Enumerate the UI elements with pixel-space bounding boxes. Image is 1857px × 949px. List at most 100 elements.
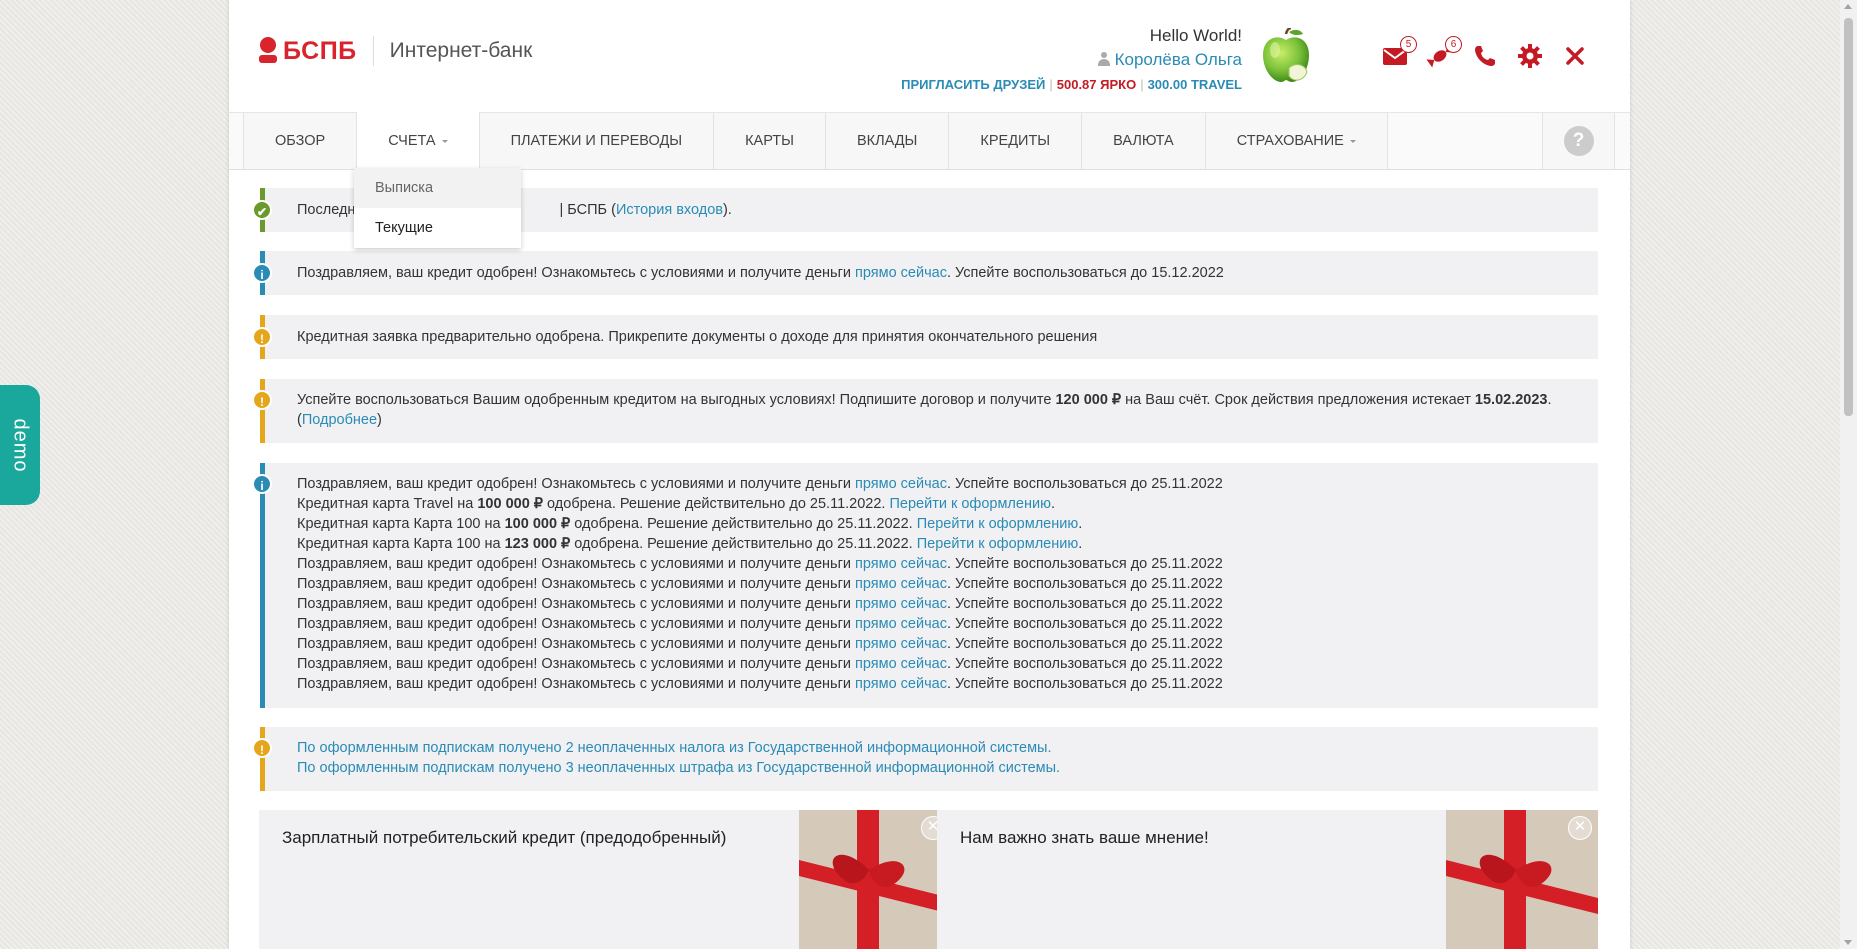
right-now-link[interactable]: прямо сейчас [855, 476, 947, 492]
right-now-link[interactable]: прямо сейчас [855, 265, 947, 281]
right-now-link[interactable]: прямо сейчас [855, 556, 947, 572]
offer-line: Поздравляем, ваш кредит одобрен! Ознаком… [297, 596, 1223, 612]
app-title: Интернет-банк [389, 39, 533, 62]
nav-label: КАРТЫ [745, 133, 794, 149]
messages-badge: 5 [1400, 36, 1417, 53]
nav-deposits[interactable]: ВКЛАДЫ [825, 113, 950, 169]
settings-button[interactable] [1516, 42, 1544, 70]
demo-tab[interactable]: demo [0, 385, 40, 505]
gifts-button[interactable]: 6 [1426, 36, 1462, 70]
scroll-down-arrow-icon[interactable] [1844, 940, 1852, 945]
right-now-link[interactable]: прямо сейчас [855, 636, 947, 652]
help-button[interactable]: ? [1542, 113, 1615, 169]
alert-text: Кредитная заявка предварительно одобрена… [297, 329, 1098, 345]
caret-down-icon [1349, 139, 1356, 143]
apply-link[interactable]: Перейти к оформлению [917, 536, 1078, 552]
nav-credits[interactable]: КРЕДИТЫ [949, 113, 1083, 169]
nav-payments[interactable]: ПЛАТЕЖИ И ПЕРЕВОДЫ [479, 113, 715, 169]
nav-accounts[interactable]: СЧЕТА [357, 112, 480, 170]
credit-approved-alert: i Поздравляем, ваш кредит одобрен! Ознак… [252, 251, 1598, 295]
offer-line: Поздравляем, ваш кредит одобрен! Ознаком… [297, 636, 1223, 652]
travel-balance-link[interactable]: 300.00 TRAVEL [1148, 77, 1242, 92]
offer-line: Кредитная карта Travel на 100 000 ₽ одоб… [297, 496, 1055, 512]
logo-text: БСПБ [283, 36, 357, 65]
offer-line: Поздравляем, ваш кредит одобрен! Ознаком… [297, 556, 1223, 572]
promo-card-salary-credit[interactable]: Зарплатный потребительский кредит (предо… [259, 810, 951, 949]
last-login-end: ). [722, 202, 732, 218]
dropdown-item-current[interactable]: Текущие [354, 208, 521, 248]
nav-cards[interactable]: КАРТЫ [714, 113, 826, 169]
user-block: Hello World! Королёва Ольга ПРИГЛАСИТЬ Д… [901, 26, 1242, 92]
demo-label: demo [9, 417, 32, 473]
separator: | [1140, 77, 1144, 92]
nav-label: КРЕДИТЫ [980, 133, 1051, 149]
offers-alert: i Поздравляем, ваш кредит одобрен! Ознак… [252, 463, 1598, 708]
promo-title: Зарплатный потребительский кредит (предо… [282, 828, 727, 847]
nav-insurance[interactable]: СТРАХОВАНИЕ [1205, 113, 1388, 169]
alert-text: на Ваш счёт. Срок действия предложения и… [1121, 392, 1475, 408]
offer-line: Поздравляем, ваш кредит одобрен! Ознаком… [297, 676, 1223, 692]
user-icon [1097, 52, 1111, 66]
pre-approved-alert: ! Кредитная заявка предварительно одобре… [252, 315, 1598, 359]
last-login-suffix: | БСПБ ( [559, 202, 616, 218]
nav-label: СТРАХОВАНИЕ [1236, 133, 1344, 149]
offer-line: Поздравляем, ваш кредит одобрен! Ознаком… [297, 576, 1223, 592]
logo[interactable]: БСПБ Интернет-банк [259, 36, 532, 66]
user-name: Королёва Ольга [1114, 50, 1242, 69]
main-nav: ОБЗОР СЧЕТА ПЛАТЕЖИ И ПЕРЕВОДЫ КАРТЫ ВКЛ… [229, 112, 1630, 170]
gift-image: ✕ [1446, 810, 1598, 949]
nav-currency[interactable]: ВАЛЮТА [1082, 113, 1206, 169]
promo-card-feedback[interactable]: Нам важно знать ваше мнение! ✕ [937, 810, 1598, 949]
logout-button[interactable] [1561, 42, 1589, 70]
gis-alert: ! По оформленным подпискам получено 2 не… [252, 727, 1598, 791]
gis-fines-link[interactable]: По оформленным подпискам получено 3 неоп… [297, 760, 1060, 776]
apple-avatar-icon[interactable] [1259, 26, 1313, 86]
offer-line: Поздравляем, ваш кредит одобрен! Ознаком… [297, 656, 1223, 672]
info-icon: i [252, 263, 272, 283]
offer-line: Поздравляем, ваш кредит одобрен! Ознаком… [297, 616, 1223, 632]
exclamation-icon: ! [252, 327, 272, 347]
page: БСПБ Интернет-банк Hello World! Королёва… [229, 0, 1630, 949]
offer-line: Кредитная карта Карта 100 на 100 000 ₽ о… [297, 516, 1083, 532]
gifts-badge: 6 [1445, 36, 1462, 53]
right-now-link[interactable]: прямо сейчас [855, 616, 947, 632]
logo-divider [372, 36, 374, 66]
scrollbar-thumb[interactable] [1844, 18, 1853, 416]
right-now-link[interactable]: прямо сейчас [855, 596, 947, 612]
logo-mark-icon [259, 37, 277, 65]
login-history-link[interactable]: История входов [616, 202, 723, 218]
more-details-link[interactable]: Подробнее [302, 412, 377, 428]
apply-link[interactable]: Перейти к оформлению [917, 516, 1078, 532]
gis-taxes-link[interactable]: По оформленным подпискам получено 2 неоп… [297, 740, 1052, 756]
offer-line: Поздравляем, ваш кредит одобрен! Ознаком… [297, 476, 1223, 492]
promo-title: Нам важно знать ваше мнение! [960, 828, 1209, 847]
help-icon: ? [1563, 126, 1594, 156]
vertical-scrollbar[interactable] [1840, 0, 1857, 949]
gear-icon [1518, 44, 1542, 68]
alert-text: . [1547, 392, 1552, 408]
check-icon: ✔ [252, 200, 272, 220]
messages-button[interactable]: 5 [1381, 36, 1417, 70]
alert-text: Успейте воспользоваться Вашим одобренным… [297, 392, 1056, 408]
apply-link[interactable]: Перейти к оформлению [889, 496, 1050, 512]
accounts-dropdown: Выписка Текущие [354, 168, 521, 248]
header-icons: 5 6 [1381, 36, 1606, 70]
close-icon[interactable]: ✕ [1568, 816, 1592, 840]
dropdown-item-statement[interactable]: Выписка [354, 168, 521, 208]
right-now-link[interactable]: прямо сейчас [855, 576, 947, 592]
right-now-link[interactable]: прямо сейчас [855, 676, 947, 692]
exclamation-icon: ! [252, 738, 272, 758]
greeting: Hello World! [1149, 26, 1242, 45]
credit-amount: 120 000 ₽ [1055, 392, 1122, 408]
nav-overview[interactable]: ОБЗОР [243, 113, 358, 169]
user-name-link[interactable]: Королёва Ольга [901, 50, 1242, 70]
phone-button[interactable] [1471, 42, 1499, 70]
nav-label: ОБЗОР [275, 133, 326, 149]
scroll-up-arrow-icon[interactable] [1844, 4, 1852, 9]
info-icon: i [252, 474, 272, 494]
right-now-link[interactable]: прямо сейчас [855, 656, 947, 672]
invite-friends-link[interactable]: ПРИГЛАСИТЬ ДРУЗЕЙ [901, 77, 1045, 92]
alert-text: . Успейте воспользоваться до 15.12.2022 [946, 265, 1224, 281]
nav-label: ПЛАТЕЖИ И ПЕРЕВОДЫ [510, 133, 683, 149]
yarko-balance-link[interactable]: 500.87 ЯРКО [1057, 77, 1136, 92]
